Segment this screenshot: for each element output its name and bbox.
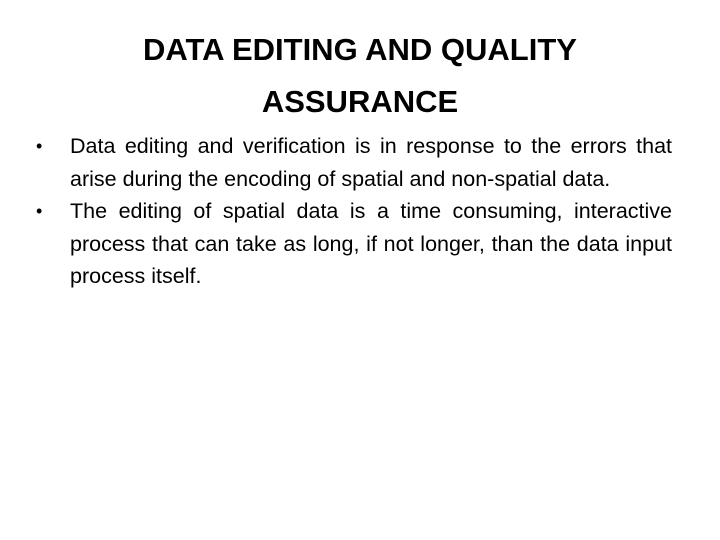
bullet-item: • Data editing and verification is in re…: [36, 130, 672, 195]
bullet-text: The editing of spatial data is a time co…: [70, 199, 672, 288]
slide: DATA EDITING AND QUALITY ASSURANCE • Dat…: [0, 0, 720, 540]
bullet-icon: •: [36, 201, 43, 221]
bullet-list: • Data editing and verification is in re…: [36, 130, 672, 293]
bullet-text: Data editing and verification is in resp…: [70, 134, 672, 191]
slide-title: DATA EDITING AND QUALITY ASSURANCE: [143, 32, 577, 119]
bullet-item: • The editing of spatial data is a time …: [36, 195, 672, 293]
bullet-icon: •: [36, 136, 43, 156]
